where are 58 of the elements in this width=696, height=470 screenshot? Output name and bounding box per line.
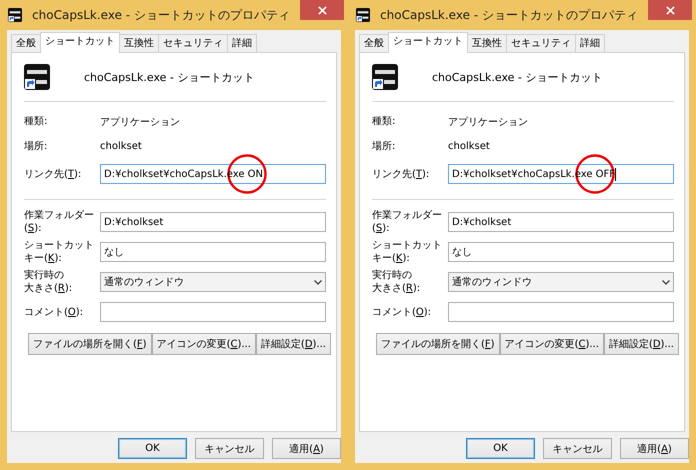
input-field[interactable]: D:¥cholkset (448, 212, 674, 232)
field-label: ショートカット キー(K): (372, 239, 443, 265)
field-value: cholkset (100, 141, 142, 152)
action-button[interactable]: 詳細設定(D)... (256, 333, 331, 355)
window-title: choCapsLk.exe - ショートカットのプロパティ (31, 6, 291, 24)
dialog-button[interactable]: キャンセル (543, 438, 612, 459)
tab[interactable]: ショートカット (388, 32, 468, 53)
field-label: 作業フォルダー (S): (372, 209, 443, 235)
chevron-icon (662, 280, 670, 284)
input-field[interactable]: なし (448, 242, 674, 262)
field-label: 場所: (24, 140, 48, 153)
field-label: 作業フォルダー (S): (24, 209, 95, 235)
input-field[interactable] (100, 302, 326, 322)
dialog-button[interactable]: キャンセル (195, 438, 264, 459)
tab[interactable]: 詳細 (227, 34, 257, 52)
close-icon (666, 6, 674, 14)
field-label: 種類: (24, 115, 48, 128)
field-value: アプリケーション (448, 116, 528, 128)
dialog-button[interactable]: OK (118, 438, 187, 459)
input-field[interactable]: なし (100, 242, 326, 262)
shortcut-name: choCapsLk.exe - ショートカット (84, 70, 254, 84)
app-icon (24, 64, 50, 90)
field-label: 実行時の 大きさ(R): (372, 269, 422, 295)
app-icon (372, 64, 398, 90)
window-title: choCapsLk.exe - ショートカットのプロパティ (379, 6, 639, 24)
action-button[interactable]: アイコンの変更(C)... (152, 333, 256, 355)
dialog-button[interactable]: 適用(A) (620, 438, 689, 459)
field-label: コメント(O): (24, 306, 84, 318)
close-button[interactable] (648, 0, 692, 20)
field-label: ショートカット キー(K): (24, 239, 95, 265)
action-button[interactable]: 詳細設定(D)... (604, 333, 679, 355)
dropdown[interactable]: 通常のウィンドウ (448, 272, 674, 292)
action-button[interactable]: ファイルの場所を開く(F) (376, 333, 500, 355)
field-label: リンク先(T): (372, 168, 430, 180)
input-field[interactable] (448, 302, 674, 322)
field-label: 種類: (372, 115, 396, 128)
close-button[interactable] (300, 0, 344, 20)
input-field[interactable]: D:¥cholkset (100, 212, 326, 232)
field-label: リンク先(T): (24, 168, 82, 180)
field-label: 実行時の 大きさ(R): (24, 269, 74, 295)
field-label: コメント(O): (372, 306, 432, 318)
app-icon (8, 8, 22, 22)
chevron-icon (314, 280, 322, 284)
dropdown[interactable]: 通常のウィンドウ (100, 272, 326, 292)
tab[interactable]: 全般 (11, 34, 41, 52)
dialog-button[interactable]: 適用(A) (272, 438, 341, 459)
tab[interactable]: 全般 (359, 34, 389, 52)
dialog-button[interactable]: OK (466, 438, 535, 459)
action-button[interactable]: ファイルの場所を開く(F) (28, 333, 152, 355)
field-label: 場所: (372, 140, 396, 153)
field-value: cholkset (448, 141, 490, 152)
app-icon (356, 8, 370, 22)
field-value: アプリケーション (100, 116, 180, 128)
shortcut-name: choCapsLk.exe - ショートカット (432, 70, 602, 84)
action-button[interactable]: アイコンの変更(C)... (500, 333, 604, 355)
tab[interactable]: ショートカット (40, 32, 120, 53)
tab[interactable]: 詳細 (575, 34, 605, 52)
close-icon (318, 6, 326, 14)
